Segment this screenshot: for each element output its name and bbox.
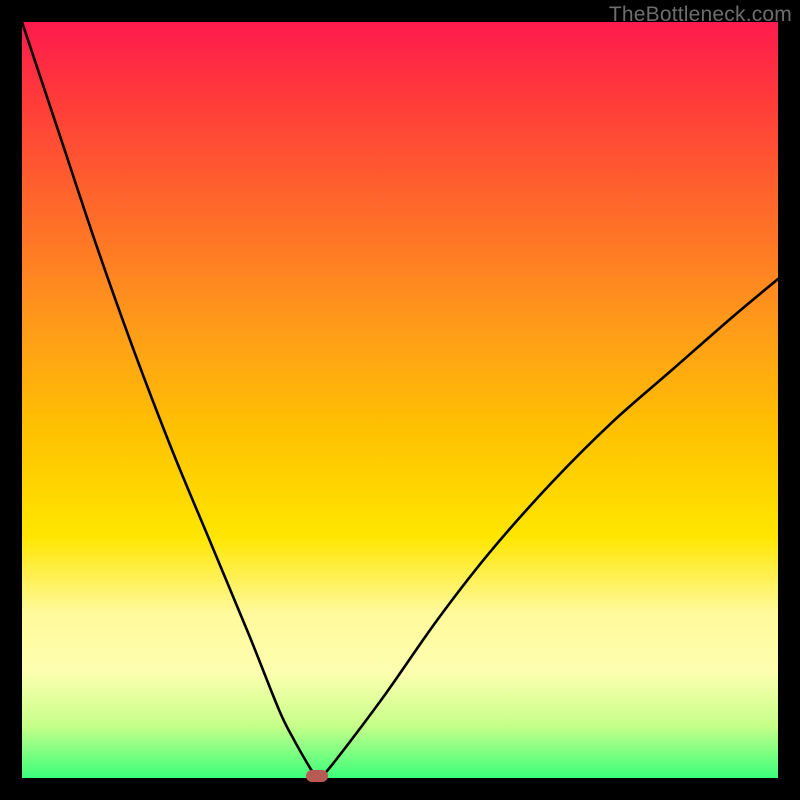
chart-frame: TheBottleneck.com	[0, 0, 800, 800]
bottleneck-curve	[22, 22, 778, 778]
plot-area	[22, 22, 778, 778]
optimum-marker	[306, 770, 328, 782]
